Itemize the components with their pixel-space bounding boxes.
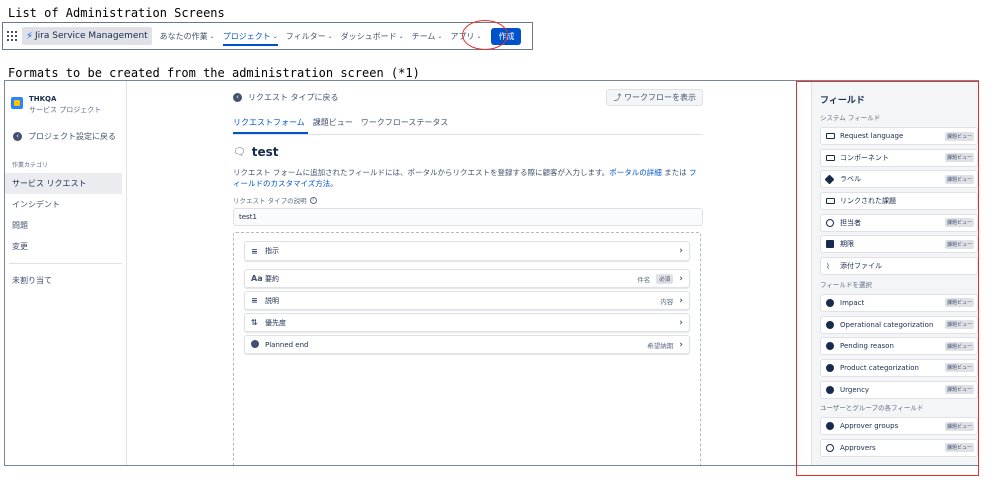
sidebar-item-unassigned[interactable]: 未割り当て	[5, 270, 122, 291]
annotation-oval	[462, 20, 508, 50]
back-to-request-types[interactable]: ‹ リクエスト タイプに戻る	[233, 92, 339, 103]
project-type: サービス プロジェクト	[29, 106, 102, 114]
editor-tabs: リクエストフォーム 課題ビュー ワークフローステータス	[233, 117, 703, 135]
form-description: リクエスト フォームに追加されたフィールドには、ポータルからリクエストを登録する…	[233, 168, 697, 188]
chevron-down-icon: ⌄	[398, 32, 404, 40]
sidebar-item-incidents[interactable]: インシデント	[5, 194, 122, 215]
back-to-project-settings[interactable]: ‹ プロジェクト設定に戻る	[13, 131, 126, 142]
priority-icon: ⇅	[251, 318, 258, 327]
form-field-priority[interactable]: ⇅ 優先度 ›	[244, 313, 690, 332]
project-name: THKQA	[29, 95, 57, 103]
annotation-rectangle	[796, 81, 979, 476]
arrow-left-icon: ‹	[13, 132, 22, 141]
field-alias: 件名	[637, 275, 651, 284]
list-caption: List of Administration Screens	[8, 6, 225, 20]
field-alias: 希望納期	[647, 341, 674, 350]
tab-issue-view[interactable]: 課題ビュー	[313, 117, 356, 134]
clock-icon	[251, 339, 259, 348]
sidebar-item-service-requests[interactable]: サービス リクエスト	[5, 173, 122, 194]
text-icon: Aa	[251, 274, 263, 283]
tab-workflow-statuses[interactable]: ワークフローステータス	[361, 117, 452, 134]
project-header: THKQA サービス プロジェクト	[5, 81, 126, 115]
form-field-description[interactable]: ≡ 説明 内容 ›	[244, 291, 690, 310]
nav-dashboards[interactable]: ダッシュボード ⌄	[341, 31, 404, 42]
divider	[9, 263, 122, 264]
product-logo[interactable]: ⚡ Jira Service Management	[22, 27, 152, 45]
nav-projects[interactable]: プロジェクト ⌄	[222, 27, 278, 46]
chevron-down-icon: ⌄	[272, 32, 278, 40]
chevron-right-icon: ›	[679, 317, 683, 328]
info-icon[interactable]: i	[309, 196, 317, 204]
chevron-down-icon: ⌄	[209, 32, 215, 40]
form-field-instructions[interactable]: ≡ 指示 ›	[244, 241, 690, 261]
request-type-description-input[interactable]: test1	[233, 208, 703, 226]
chevron-right-icon: ›	[679, 339, 683, 350]
request-type-icon: 🗨	[233, 146, 246, 158]
paragraph-icon: ≡	[251, 296, 258, 305]
chevron-right-icon: ›	[679, 273, 683, 284]
sidebar-item-problems[interactable]: 問題	[5, 215, 122, 236]
project-sidebar: THKQA サービス プロジェクト ‹ プロジェクト設定に戻る 作業カテゴリ サ…	[5, 81, 127, 465]
project-avatar	[11, 97, 23, 109]
bolt-icon: ⚡	[26, 30, 34, 42]
chevron-down-icon: ⌄	[327, 32, 333, 40]
tab-request-form[interactable]: リクエストフォーム	[233, 117, 308, 134]
view-workflow-button[interactable]: ⤴ ワークフローを表示	[606, 88, 703, 106]
category-heading: 作業カテゴリ	[12, 162, 49, 169]
portal-details-link[interactable]: ポータルの詳細	[609, 168, 662, 177]
form-field-summary[interactable]: Aa 要約 件名 必須 ›	[244, 269, 690, 288]
formats-caption: Formats to be created from the administr…	[8, 66, 420, 80]
workflow-icon: ⤴	[613, 92, 622, 102]
chevron-right-icon: ›	[679, 246, 683, 256]
chevron-down-icon: ⌄	[437, 32, 443, 40]
top-navigation: ⚡ Jira Service Management あなたの作業 ⌄ プロジェクト…	[2, 22, 533, 50]
chevron-right-icon: ›	[679, 295, 683, 306]
sidebar-item-changes[interactable]: 変更	[5, 236, 122, 257]
description-field-label: リクエスト タイプの説明 i	[233, 195, 703, 205]
form-field-planned-end[interactable]: Planned end 希望納期 ›	[244, 335, 690, 354]
nav-filters[interactable]: フィルター ⌄	[286, 31, 333, 42]
product-name: Jira Service Management	[35, 31, 148, 41]
paragraph-icon: ≡	[251, 246, 258, 256]
nav-your-work[interactable]: あなたの作業 ⌄	[160, 31, 215, 42]
app-switcher-icon[interactable]	[7, 31, 17, 41]
nav-teams[interactable]: チーム ⌄	[412, 31, 443, 42]
field-alias: 内容	[660, 297, 674, 306]
form-drop-zone[interactable]: ≡ 指示 › Aa 要約 件名 必須 › ≡ 説明 内容 › ⇅ 優先度 › P…	[233, 232, 701, 465]
arrow-left-icon: ‹	[233, 92, 242, 102]
required-badge: 必須	[656, 273, 674, 284]
request-type-editor: ‹ リクエスト タイプに戻る ⤴ ワークフローを表示 リクエストフォーム 課題ビ…	[233, 88, 703, 465]
page-title: test	[251, 145, 279, 159]
